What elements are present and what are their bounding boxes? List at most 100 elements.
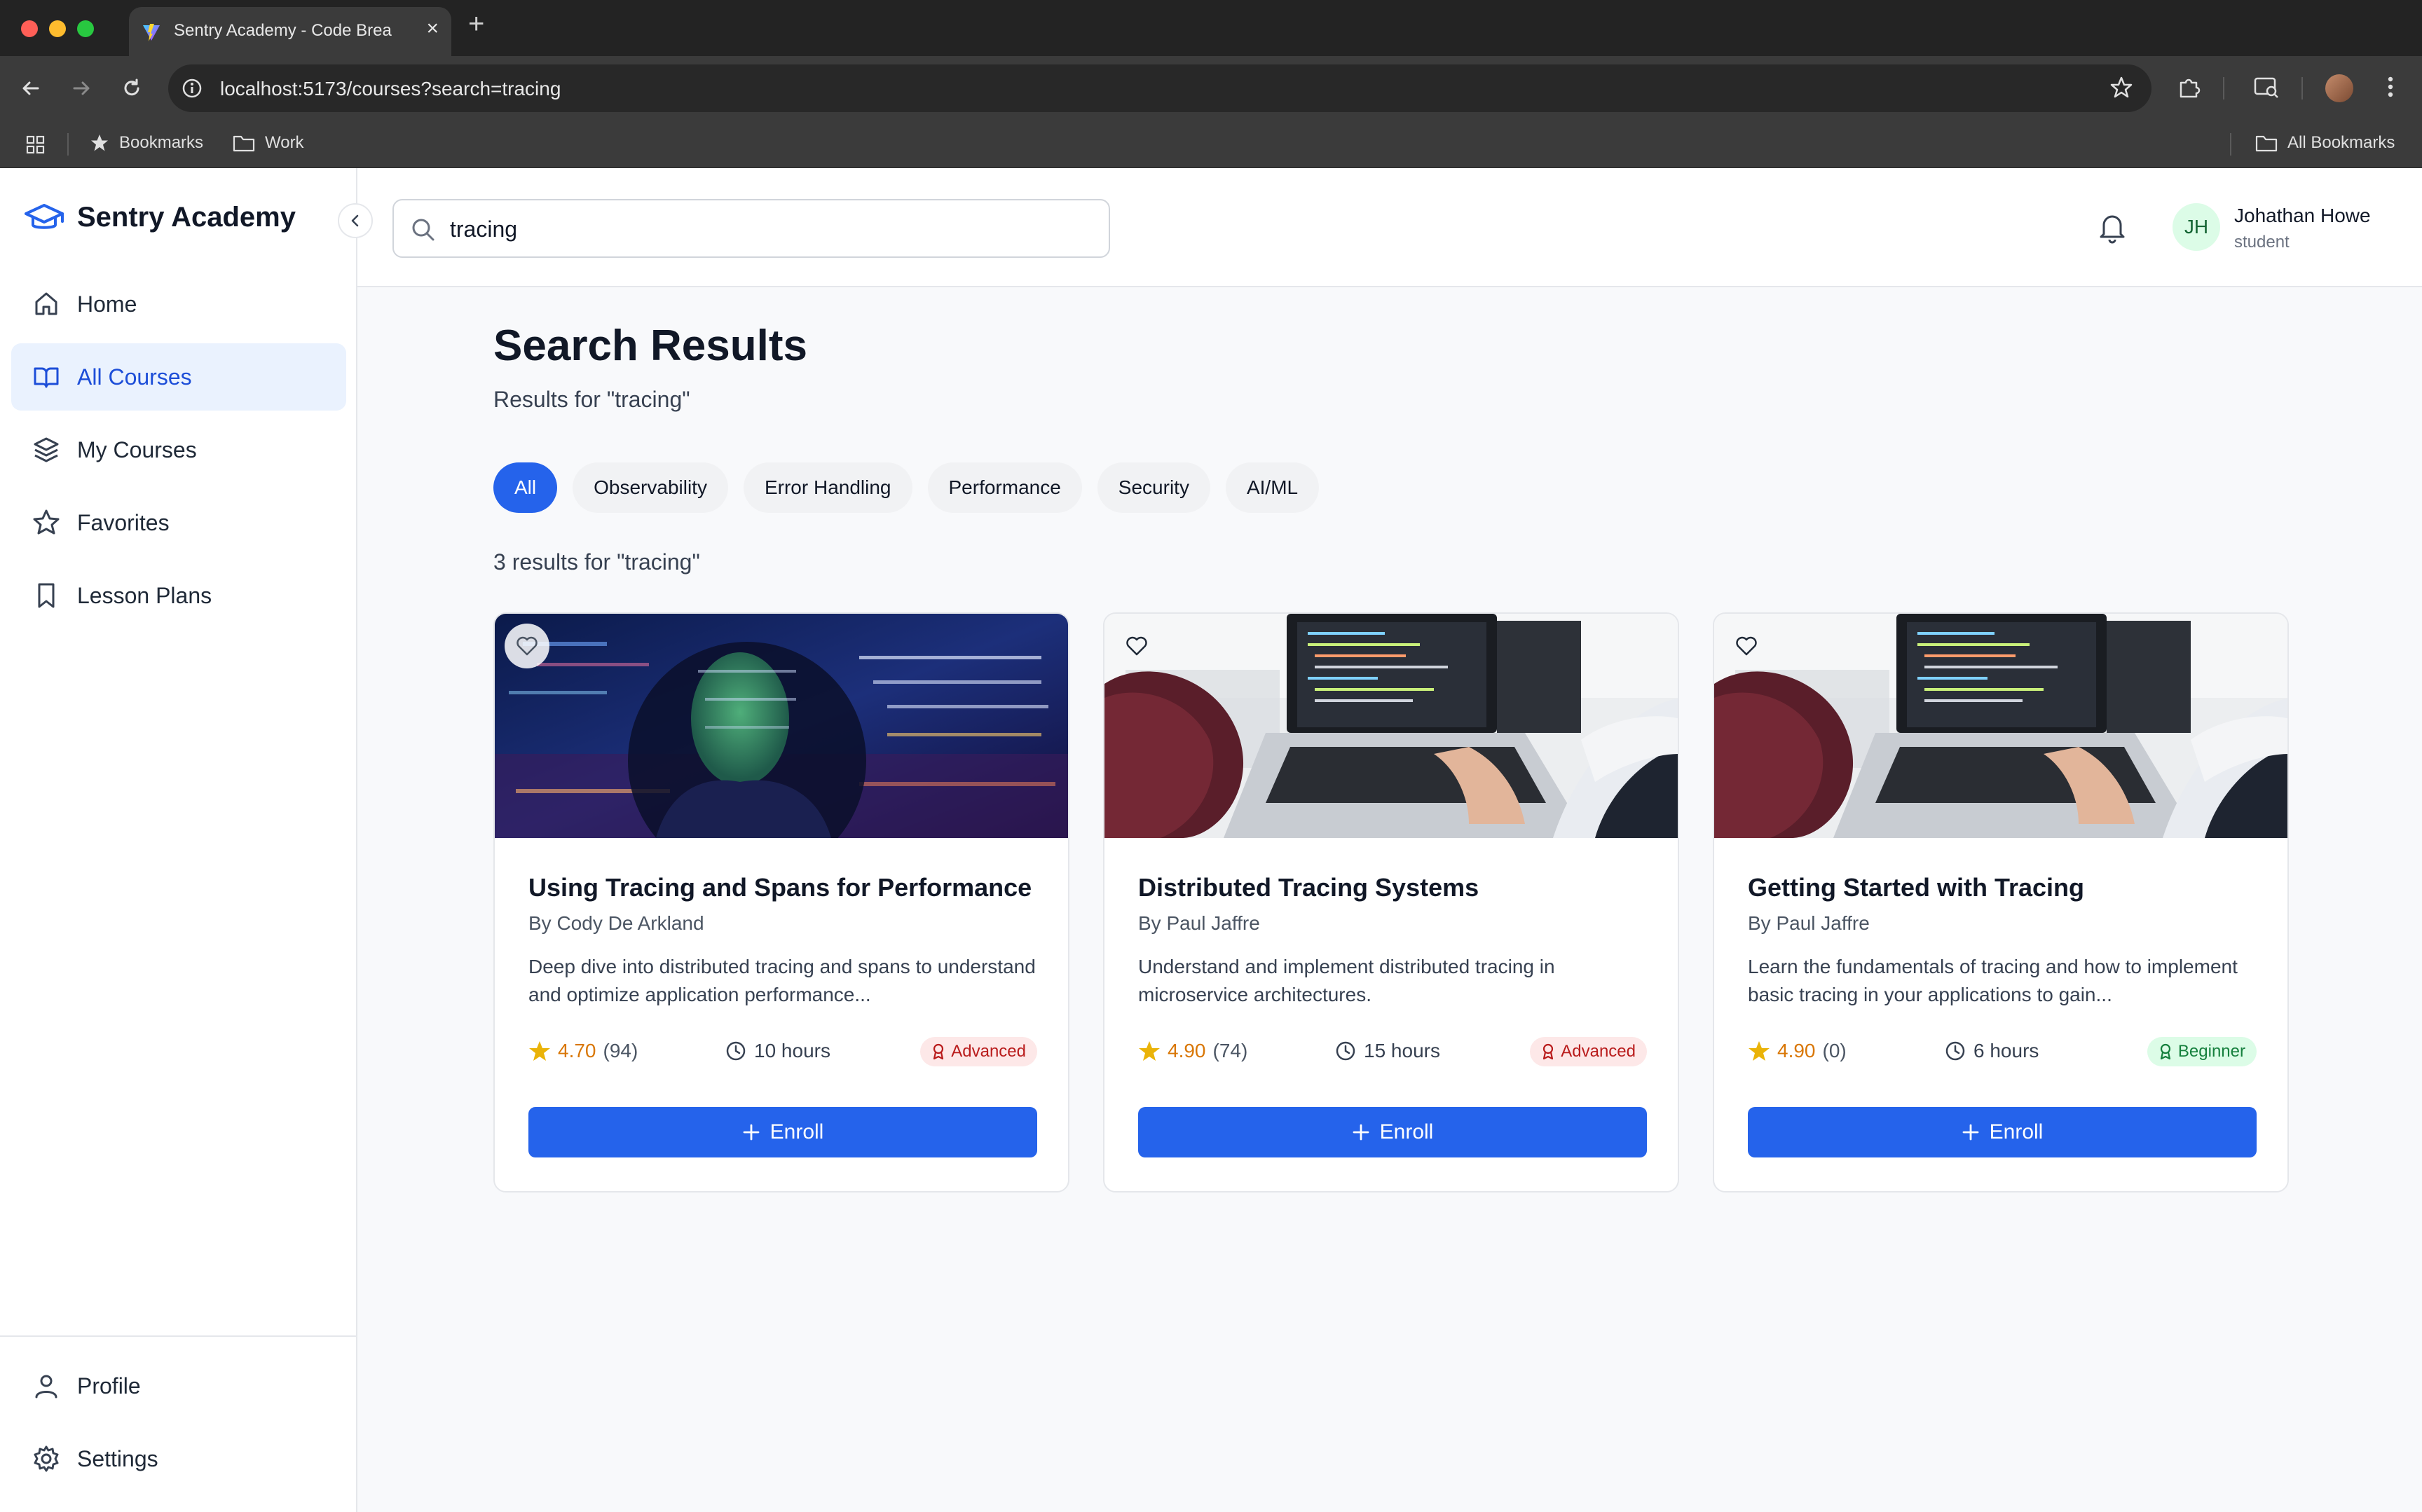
category-filters: All Observability Error Handling Perform… [493,462,1320,513]
browser-toolbar: localhost:5173/courses?search=tracing [0,56,2422,121]
sidebar-collapse-button[interactable] [338,203,373,238]
bell-icon[interactable] [2097,210,2128,244]
layers-icon [34,437,59,462]
close-window-button[interactable] [21,20,38,37]
sidebar-item-home[interactable]: Home [11,270,346,338]
bookmark-bookmarks[interactable]: Bookmarks [90,133,203,153]
rating-count: (74) [1212,1040,1248,1061]
filter-chip-ai-ml[interactable]: AI/ML [1225,462,1320,513]
rating-value: 4.90 [1777,1040,1816,1061]
vite-favicon-icon [143,24,160,41]
sidebar-item-my-courses[interactable]: My Courses [11,416,346,483]
tab-search-icon[interactable] [2252,73,2280,101]
course-description: Learn the fundamentals of tracing and ho… [1748,956,2238,1005]
course-author: By Paul Jaffre [1138,912,1260,934]
favorite-button[interactable] [1724,624,1769,668]
course-duration: 6 hours [1944,1040,2039,1062]
user-role: student [2234,233,2290,252]
book-open-icon [34,367,59,388]
star-filled-icon [529,1041,550,1061]
course-thumbnail [495,614,1068,838]
clock-icon [1945,1041,1965,1061]
sidebar-item-lesson-plans[interactable]: Lesson Plans [11,562,346,629]
course-card[interactable]: Getting Started with Tracing By Paul Jaf… [1713,612,2289,1193]
user-avatar[interactable]: JH [2173,203,2220,251]
enroll-button[interactable]: Enroll [1748,1107,2257,1157]
award-icon [1543,1043,1554,1060]
course-description: Deep dive into distributed tracing and s… [528,956,1036,1005]
more-menu-icon[interactable] [2380,73,2401,101]
course-title[interactable]: Using Tracing and Spans for Performance [528,873,1032,902]
extensions-icon[interactable] [2175,73,2203,101]
course-thumbnail [1714,614,2287,838]
heart-icon [516,636,538,656]
sidebar-divider [0,1335,357,1337]
course-thumbnail [1104,614,1678,838]
course-rating: 4.90 (0) [1748,1040,1847,1062]
filter-chip-observability[interactable]: Observability [573,462,728,513]
site-info-icon[interactable] [181,77,203,99]
plus-icon [1962,1124,1979,1141]
search-icon [412,219,435,241]
search-input[interactable] [450,212,1081,247]
new-tab-button[interactable]: + [468,10,484,38]
star-icon [33,509,60,535]
favorite-button[interactable] [1114,624,1159,668]
forward-button[interactable] [66,73,97,104]
course-card[interactable]: Distributed Tracing Systems By Paul Jaff… [1103,612,1679,1193]
rating-value: 4.70 [558,1040,596,1061]
clock-icon [1336,1041,1355,1061]
level-badge: Beginner [2147,1037,2257,1066]
browser-tab-strip: Sentry Academy - Code Brea × + [0,0,2422,56]
search-box[interactable] [392,199,1110,258]
enroll-button[interactable]: Enroll [528,1107,1037,1157]
filter-chip-performance[interactable]: Performance [927,462,1082,513]
course-title[interactable]: Getting Started with Tracing [1748,873,2084,902]
heart-icon [1126,636,1147,656]
main-content: Search Results Results for "tracing" All… [357,287,2422,1512]
filter-chip-all[interactable]: All [493,462,558,513]
sidebar: Sentry Academy Home All Courses My Cours… [0,168,357,1512]
level-badge: Advanced [920,1037,1037,1066]
arrow-right-icon [73,81,90,95]
chevron-left-icon [351,214,359,227]
reload-icon [124,78,139,96]
course-title[interactable]: Distributed Tracing Systems [1138,873,1479,902]
browser-tab[interactable]: Sentry Academy - Code Brea × [129,7,451,56]
tab-close-icon[interactable]: × [426,18,439,39]
gear-icon [34,1445,59,1472]
bookmarks-divider [67,133,69,156]
address-bar[interactable]: localhost:5173/courses?search=tracing [168,64,2151,112]
reload-button[interactable] [116,73,147,104]
back-button[interactable] [15,73,46,104]
apps-grid-icon[interactable] [25,135,46,156]
star-filled-icon [1749,1041,1770,1061]
profile-avatar[interactable] [2325,74,2353,102]
rating-count: (94) [603,1040,638,1061]
filter-chip-security[interactable]: Security [1097,462,1210,513]
maximize-window-button[interactable] [77,20,94,37]
app-root: Sentry Academy Home All Courses My Cours… [0,168,2422,1512]
duration-text: 15 hours [1364,1040,1440,1061]
user-name: Johathan Howe [2234,205,2371,226]
favorite-button[interactable] [505,624,549,668]
sidebar-item-settings[interactable]: Settings [11,1425,346,1492]
filter-chip-error-handling[interactable]: Error Handling [743,462,912,513]
sidebar-item-profile[interactable]: Profile [11,1352,346,1420]
sidebar-item-all-courses[interactable]: All Courses [11,343,346,411]
enroll-button[interactable]: Enroll [1138,1107,1647,1157]
minimize-window-button[interactable] [49,20,66,37]
results-count: 3 results for "tracing" [493,549,700,575]
graduation-cap-icon [25,203,64,229]
page-subtitle: Results for "tracing" [493,387,690,412]
course-duration: 15 hours [1334,1040,1440,1062]
bookmark-work-folder[interactable]: Work [233,133,304,153]
brand-logo[interactable]: Sentry Academy [24,202,296,233]
course-card[interactable]: Using Tracing and Spans for Performance … [493,612,1069,1193]
arrow-left-icon [22,81,39,95]
top-bar: JH Johathan Howe student [357,168,2422,287]
all-bookmarks-folder[interactable]: All Bookmarks [2255,133,2395,153]
bookmark-label: All Bookmarks [2287,133,2395,152]
sidebar-item-favorites[interactable]: Favorites [11,489,346,556]
bookmark-star-icon[interactable] [2109,76,2133,99]
